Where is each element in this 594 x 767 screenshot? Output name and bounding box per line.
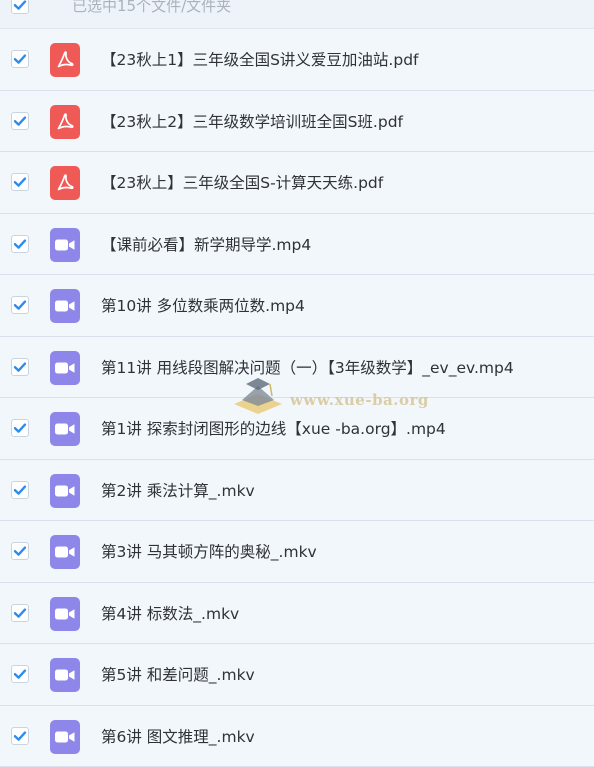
video-icon: [54, 483, 76, 499]
file-name[interactable]: 第3讲 马其顿方阵的奥秘_.mkv: [101, 541, 317, 563]
pdf-icon: [55, 173, 75, 193]
file-row[interactable]: 【23秋上2】三年级数学培训班全国S班.pdf: [0, 91, 594, 153]
file-name[interactable]: 【23秋上1】三年级全国S讲义爱豆加油站.pdf: [101, 49, 419, 71]
video-icon: [54, 544, 76, 560]
file-checkbox[interactable]: [11, 665, 29, 683]
file-checkbox[interactable]: [11, 296, 29, 314]
file-row[interactable]: 第3讲 马其顿方阵的奥秘_.mkv: [0, 521, 594, 583]
check-icon: [13, 606, 27, 620]
file-row[interactable]: 第5讲 和差问题_.mkv: [0, 644, 594, 706]
file-checkbox[interactable]: [11, 112, 29, 130]
file-checkbox[interactable]: [11, 173, 29, 191]
video-icon: [54, 237, 76, 253]
select-all-checkbox[interactable]: [11, 0, 29, 14]
video-file-icon: [50, 289, 80, 323]
video-icon: [54, 606, 76, 622]
file-name[interactable]: 第11讲 用线段图解决问题（一）【3年级数学】_ev_ev.mp4: [101, 357, 514, 379]
file-checkbox[interactable]: [11, 358, 29, 376]
video-file-icon: [50, 720, 80, 754]
video-icon: [54, 667, 76, 683]
check-icon: [13, 175, 27, 189]
check-icon: [13, 237, 27, 251]
video-file-icon: [50, 597, 80, 631]
video-icon: [54, 298, 76, 314]
pdf-file-icon: [50, 166, 80, 200]
file-row[interactable]: 第2讲 乘法计算_.mkv: [0, 460, 594, 522]
file-name[interactable]: 第5讲 和差问题_.mkv: [101, 664, 255, 686]
file-name[interactable]: 第6讲 图文推理_.mkv: [101, 726, 255, 748]
file-list: 【23秋上1】三年级全国S讲义爱豆加油站.pdf 【23秋上2】三年级数学培训班全…: [0, 29, 594, 767]
file-row[interactable]: 第10讲 多位数乘两位数.mp4: [0, 275, 594, 337]
file-name[interactable]: 第10讲 多位数乘两位数.mp4: [101, 295, 305, 317]
video-file-icon: [50, 474, 80, 508]
selected-count-text: 已选中15个文件/文件夹: [72, 0, 231, 16]
video-file-icon: [50, 228, 80, 262]
video-icon: [54, 421, 76, 437]
selection-header: 已选中15个文件/文件夹: [0, 0, 594, 29]
file-row[interactable]: 第4讲 标数法_.mkv: [0, 583, 594, 645]
check-icon: [13, 52, 27, 66]
check-icon: [13, 667, 27, 681]
check-icon: [13, 483, 27, 497]
video-icon: [54, 360, 76, 376]
check-icon: [13, 298, 27, 312]
file-checkbox[interactable]: [11, 481, 29, 499]
file-row[interactable]: 【23秋上1】三年级全国S讲义爱豆加油站.pdf: [0, 29, 594, 91]
pdf-file-icon: [50, 43, 80, 77]
video-file-icon: [50, 351, 80, 385]
check-icon: [13, 544, 27, 558]
pdf-icon: [55, 50, 75, 70]
check-icon: [13, 114, 27, 128]
video-icon: [54, 729, 76, 745]
file-name[interactable]: 第1讲 探索封闭图形的边线【xue -ba.org】.mp4: [101, 418, 446, 440]
file-checkbox[interactable]: [11, 542, 29, 560]
file-name[interactable]: 【23秋上】三年级全国S-计算天天练.pdf: [101, 172, 383, 194]
file-name[interactable]: 【23秋上2】三年级数学培训班全国S班.pdf: [101, 111, 403, 133]
file-checkbox[interactable]: [11, 50, 29, 68]
check-icon: [13, 421, 27, 435]
file-row[interactable]: 第11讲 用线段图解决问题（一）【3年级数学】_ev_ev.mp4: [0, 337, 594, 399]
file-row[interactable]: 第6讲 图文推理_.mkv: [0, 706, 594, 767]
video-file-icon: [50, 658, 80, 692]
file-name[interactable]: 第4讲 标数法_.mkv: [101, 603, 239, 625]
file-name[interactable]: 第2讲 乘法计算_.mkv: [101, 480, 255, 502]
pdf-icon: [55, 112, 75, 132]
file-checkbox[interactable]: [11, 604, 29, 622]
file-row[interactable]: 第1讲 探索封闭图形的边线【xue -ba.org】.mp4: [0, 398, 594, 460]
pdf-file-icon: [50, 105, 80, 139]
file-checkbox[interactable]: [11, 419, 29, 437]
file-checkbox[interactable]: [11, 235, 29, 253]
file-row[interactable]: 【23秋上】三年级全国S-计算天天练.pdf: [0, 152, 594, 214]
file-checkbox[interactable]: [11, 727, 29, 745]
file-row[interactable]: 【课前必看】新学期导学.mp4: [0, 214, 594, 276]
video-file-icon: [50, 535, 80, 569]
video-file-icon: [50, 412, 80, 446]
check-icon: [13, 729, 27, 743]
check-icon: [13, 0, 27, 12]
check-icon: [13, 360, 27, 374]
file-name[interactable]: 【课前必看】新学期导学.mp4: [101, 234, 311, 256]
